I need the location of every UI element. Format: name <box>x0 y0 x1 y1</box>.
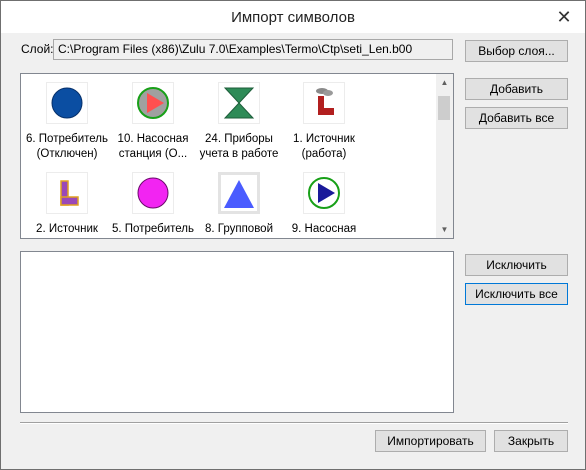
pump-station-icon <box>132 82 174 124</box>
consumer-icon <box>132 172 174 214</box>
symbol-label: 8. Групповой <box>204 223 274 235</box>
symbol-item[interactable]: 24. Приборы учета в работе <box>198 82 280 162</box>
symbol-item[interactable]: 9. Насосная <box>283 172 365 237</box>
layer-path-field: C:\Program Files (x86)\Zulu 7.0\Examples… <box>53 39 453 60</box>
selected-symbols-list[interactable] <box>20 251 454 413</box>
scroll-thumb[interactable] <box>438 96 450 120</box>
symbol-item[interactable]: 5. Потребитель <box>112 172 194 237</box>
footer-divider <box>20 422 568 424</box>
symbol-label: 2. Источник <box>36 223 98 235</box>
import-symbols-dialog: Импорт символов ✕ Слой: C:\Program Files… <box>0 0 586 470</box>
consumer-off-icon <box>46 82 88 124</box>
source-icon <box>46 172 88 214</box>
symbol-item[interactable]: 6. Потребитель (Отключен) <box>26 82 108 162</box>
scroll-down-icon[interactable]: ▼ <box>436 221 453 238</box>
close-button[interactable]: Закрыть <box>494 430 568 452</box>
symbol-label: 1. Источник (работа) <box>293 133 355 160</box>
import-button[interactable]: Импортировать <box>375 430 486 452</box>
symbol-label: 5. Потребитель <box>112 223 194 235</box>
meter-icon <box>218 82 260 124</box>
scroll-up-icon[interactable]: ▲ <box>436 74 453 91</box>
dialog-title: Импорт символов <box>231 9 355 26</box>
exclude-button[interactable]: Исключить <box>465 254 568 276</box>
title-bar: Импорт символов ✕ <box>1 1 585 33</box>
close-icon[interactable]: ✕ <box>553 7 575 27</box>
available-symbols-list[interactable]: 6. Потребитель (Отключен) 10. Насосная с… <box>20 73 454 239</box>
symbol-item[interactable]: 1. Источник (работа) <box>283 82 365 162</box>
add-all-button[interactable]: Добавить все <box>465 107 568 129</box>
symbol-label: 9. Насосная <box>291 223 357 235</box>
exclude-all-button[interactable]: Исключить все <box>465 283 568 305</box>
pump-icon <box>303 172 345 214</box>
group-icon <box>218 172 260 214</box>
symbol-item[interactable]: 8. Групповой <box>198 172 280 237</box>
layer-label: Слой: <box>21 42 54 56</box>
source-working-icon <box>303 82 345 124</box>
select-layer-button[interactable]: Выбор слоя... <box>465 40 568 62</box>
symbol-label: 6. Потребитель (Отключен) <box>26 133 108 160</box>
symbol-item[interactable]: 2. Источник <box>26 172 108 237</box>
symbol-label: 24. Приборы учета в работе <box>199 133 279 160</box>
add-button[interactable]: Добавить <box>465 78 568 100</box>
vertical-scrollbar[interactable]: ▲ ▼ <box>436 74 453 238</box>
symbol-label: 10. Насосная станция (О... <box>117 133 189 160</box>
symbol-item[interactable]: 10. Насосная станция (О... <box>112 82 194 162</box>
